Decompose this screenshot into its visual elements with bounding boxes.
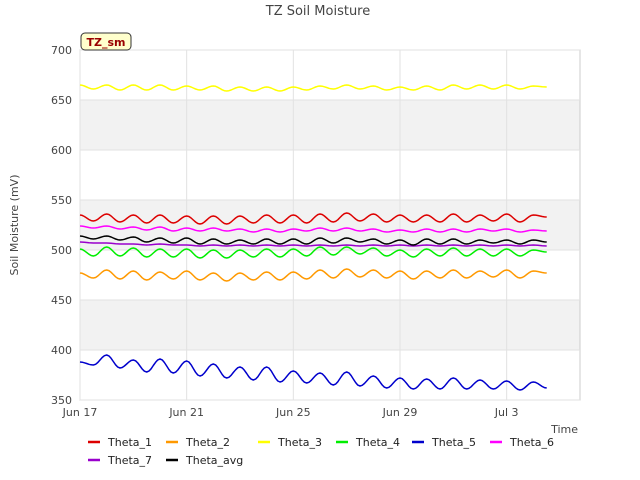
y-tick-label: 450 — [51, 294, 72, 307]
legend-item-theta-3[interactable]: Theta_3 — [258, 436, 322, 449]
legend: Theta_1 Theta_2 Theta_3 Theta_4 Theta_5 Theta… — [88, 436, 554, 467]
y-tick-label: 500 — [51, 244, 72, 257]
legend-item-theta-6[interactable]: Theta_6 — [490, 436, 554, 449]
x-tick-label: Jul 3 — [494, 406, 519, 419]
y-axis-label: Soil Moisture (mV) — [8, 175, 21, 276]
legend-label: Theta_5 — [431, 436, 476, 449]
legend-label: Theta_7 — [107, 454, 152, 467]
x-tick-label: Jun 25 — [275, 406, 311, 419]
plot-bands — [80, 100, 580, 350]
x-tick-label: Jun 29 — [382, 406, 418, 419]
plot-band — [80, 100, 580, 150]
legend-item-theta-2[interactable]: Theta_2 — [166, 436, 230, 449]
plot-band — [80, 300, 580, 350]
y-tick-label: 650 — [51, 94, 72, 107]
chart-title: TZ Soil Moisture — [265, 4, 371, 19]
y-tick-label: 400 — [51, 344, 72, 357]
badge-label: TZ_sm — [87, 36, 126, 49]
series-line-theta-2 — [79, 268, 547, 282]
legend-label: Theta_3 — [277, 436, 322, 449]
series-line-theta-5 — [79, 354, 547, 391]
y-tick-label: 600 — [51, 144, 72, 157]
x-axis-label: Time — [550, 423, 578, 436]
legend-label: Theta_avg — [185, 454, 243, 467]
legend-item-theta-avg[interactable]: Theta_avg — [166, 454, 243, 467]
legend-item-theta-7[interactable]: Theta_7 — [88, 454, 152, 467]
y-axis-ticks: 350400450500550600650700 — [51, 44, 72, 407]
legend-label: Theta_6 — [509, 436, 554, 449]
x-tick-label: Jun 21 — [168, 406, 204, 419]
legend-label: Theta_1 — [107, 436, 152, 449]
y-tick-label: 550 — [51, 194, 72, 207]
legend-label: Theta_2 — [185, 436, 230, 449]
x-axis-ticks: Jun 17 Jun 21 Jun 25 Jun 29 Jul 3 — [62, 406, 519, 419]
legend-item-theta-4[interactable]: Theta_4 — [336, 436, 400, 449]
legend-label: Theta_4 — [355, 436, 400, 449]
chart: TZ Soil Moisture 35040045050055060065070… — [8, 4, 581, 467]
legend-item-theta-5[interactable]: Theta_5 — [412, 436, 476, 449]
series-line-theta-3 — [79, 84, 547, 92]
x-tick-label: Jun 17 — [62, 406, 98, 419]
legend-item-theta-1[interactable]: Theta_1 — [88, 436, 152, 449]
badge: TZ_sm — [80, 32, 132, 51]
y-tick-label: 700 — [51, 44, 72, 57]
